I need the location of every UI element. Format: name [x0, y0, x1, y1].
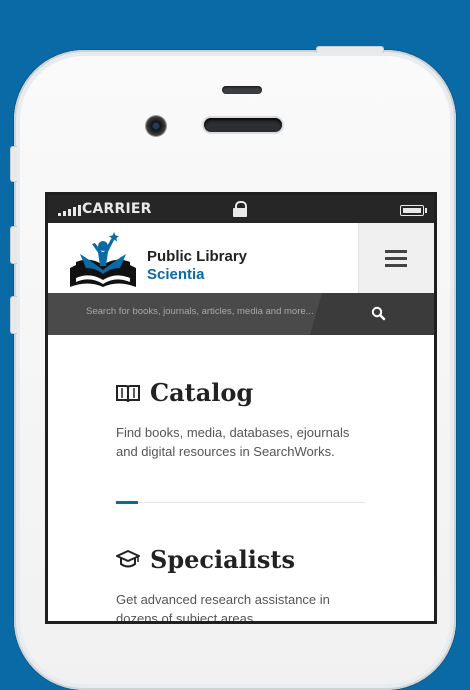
section-divider [116, 502, 366, 503]
speaker-grille [204, 118, 282, 132]
divider-accent [116, 501, 138, 504]
search-icon[interactable] [368, 303, 390, 325]
catalog-description: Find books, media, databases, ejournals … [116, 425, 350, 459]
specialists-title[interactable]: Specialists [150, 545, 295, 574]
volume-up-button [10, 226, 17, 264]
search-bar [48, 293, 434, 335]
search-input[interactable] [86, 306, 318, 317]
book-icon [116, 385, 140, 403]
graduation-cap-icon [116, 550, 140, 568]
carrier-name: CARRIER [82, 201, 152, 217]
mute-switch [10, 146, 17, 182]
specialists-description: Get advanced research assistance in doze… [116, 592, 330, 621]
brand-subtitle: Scientia [147, 266, 205, 283]
volume-down-button [10, 296, 17, 334]
library-logo-icon[interactable] [70, 232, 136, 287]
site-header: Public Library Scientia [48, 223, 434, 293]
status-bar: CARRIER [48, 195, 434, 223]
power-button [316, 46, 384, 53]
menu-icon [385, 250, 407, 253]
battery-icon [400, 205, 427, 216]
front-camera [146, 116, 166, 136]
earpiece-slot [222, 86, 262, 94]
catalog-title[interactable]: Catalog [150, 378, 253, 407]
lock-icon [233, 201, 247, 217]
brand-title: Public Library [147, 248, 248, 265]
signal-icon [58, 205, 81, 216]
hamburger-menu-button[interactable] [358, 223, 434, 293]
phone-screen: CARRIER Public Library Scientia Search f… [48, 195, 434, 621]
